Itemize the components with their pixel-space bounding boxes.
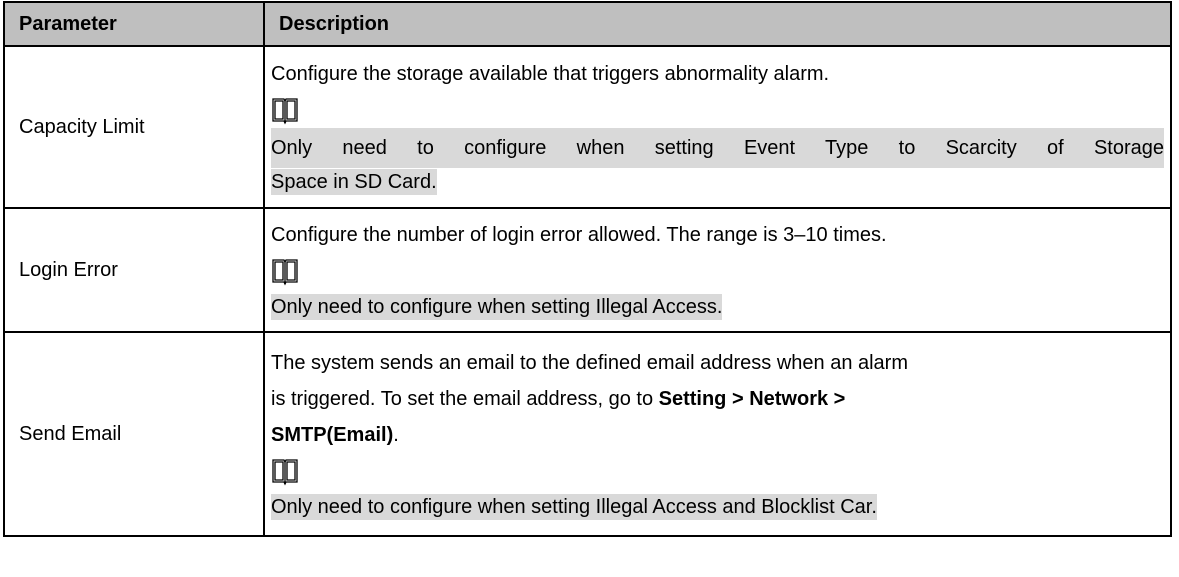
- parameter-table: Parameter Description Capacity Limit Con…: [3, 1, 1172, 537]
- param-login-error: Login Error: [3, 207, 265, 333]
- note-text: Only need to configure when setting Even…: [271, 127, 1164, 168]
- note-icon-line: [271, 253, 1164, 289]
- param-capacity-limit: Capacity Limit: [3, 45, 265, 209]
- desc-send-email: The system sends an email to the defined…: [263, 331, 1172, 537]
- table-row: Capacity Limit Configure the storage ava…: [3, 45, 1172, 209]
- book-icon: [271, 256, 299, 286]
- note-text: Only need to configure when setting Ille…: [271, 493, 877, 520]
- menu-path-cont: SMTP(Email): [271, 423, 394, 446]
- desc-text-cont: is triggered. To set the email address, …: [271, 387, 659, 410]
- table-header-row: Parameter Description: [3, 1, 1172, 47]
- desc-text: Configure the storage available that tri…: [271, 62, 830, 85]
- table-row: Login Error Configure the number of logi…: [3, 207, 1172, 333]
- param-send-email: Send Email: [3, 331, 265, 537]
- desc-login-error: Configure the number of login error allo…: [263, 207, 1172, 333]
- note-text-cont: Space in SD Card.: [271, 168, 437, 195]
- note-text: Only need to configure when setting Ille…: [271, 293, 723, 320]
- desc-text: Configure the number of login error allo…: [271, 223, 887, 246]
- table-row: Send Email The system sends an email to …: [3, 331, 1172, 537]
- period: .: [393, 423, 399, 446]
- note-icon-line: [271, 453, 1164, 489]
- desc-capacity-limit: Configure the storage available that tri…: [263, 45, 1172, 209]
- header-parameter: Parameter: [3, 1, 265, 47]
- book-icon: [271, 456, 299, 486]
- note-icon-line: [271, 92, 1164, 128]
- desc-text: The system sends an email to the defined…: [271, 351, 909, 374]
- book-icon: [271, 95, 299, 125]
- header-description: Description: [263, 1, 1172, 47]
- menu-path: Setting > Network >: [658, 387, 846, 410]
